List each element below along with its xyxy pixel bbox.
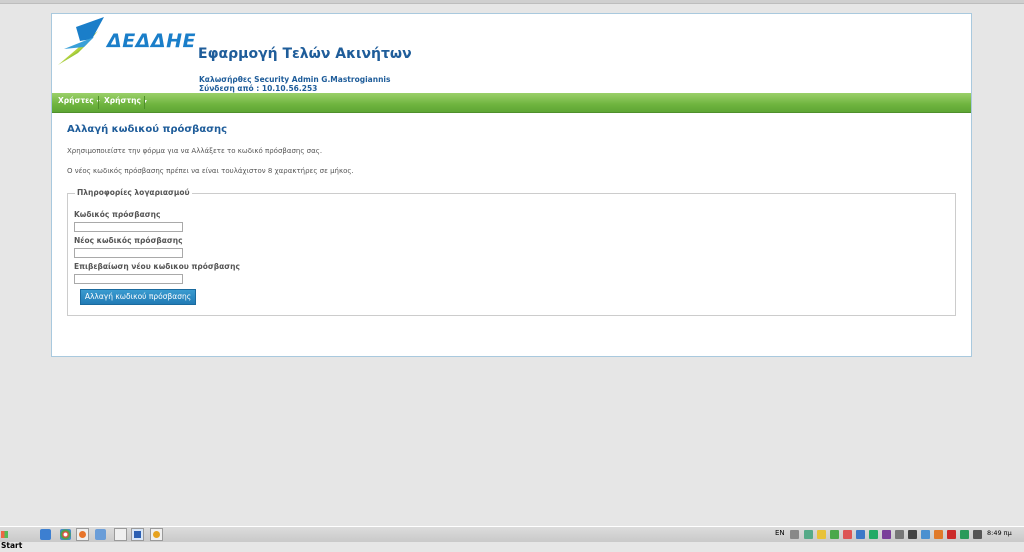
tray-onenote-icon[interactable] — [882, 530, 891, 539]
app-title: Εφαρμογή Τελών Ακινήτων — [198, 46, 412, 62]
menu-item-label: Χρήστες — [58, 96, 94, 105]
start-label: Start — [1, 541, 23, 550]
firefox-icon — [79, 531, 86, 538]
tray-star-icon[interactable] — [817, 530, 826, 539]
tray-volume-icon[interactable] — [908, 530, 917, 539]
word-taskbar-button[interactable] — [131, 528, 144, 541]
new-password-input[interactable] — [74, 248, 183, 258]
chrome-icon[interactable] — [60, 529, 71, 540]
tray-power-icon[interactable] — [973, 530, 982, 539]
tray-network-icon[interactable] — [804, 530, 813, 539]
current-password-label: Κωδικός πρόσβασης — [74, 210, 161, 219]
current-password-input[interactable] — [74, 222, 183, 232]
tray-display-icon[interactable] — [895, 530, 904, 539]
browser-top-edge — [0, 0, 1024, 4]
form-instructions: Χρησιμοποιείστε την φόρμα για να Αλλάξετ… — [67, 147, 323, 155]
tray-alert-icon[interactable] — [843, 530, 852, 539]
menu-item-users[interactable]: Χρήστες▾ — [58, 96, 100, 105]
app-icon — [153, 531, 160, 538]
connection-info: Σύνδεση από : 10.10.56.253 — [199, 84, 318, 93]
logo-text: ΔΕΔΔΗΕ — [107, 30, 196, 52]
menu-item-user[interactable]: Χρήστης ▾ — [104, 96, 147, 105]
taskbar-clock[interactable]: 8:49 πμ — [987, 529, 1012, 537]
taskbar-window-button-2[interactable] — [150, 528, 163, 541]
explorer-icon[interactable] — [95, 529, 106, 540]
account-info-fieldset: Πληροφορίες λογαριασμού Κωδικός πρόσβαση… — [67, 188, 956, 316]
firefox-taskbar-button[interactable] — [76, 528, 89, 541]
confirm-password-label: Επιβεβαίωση νέου κωδικου πρόσβασης — [74, 262, 240, 271]
fieldset-legend: Πληροφορίες λογαριασμού — [75, 188, 192, 197]
tray-app2-icon[interactable] — [934, 530, 943, 539]
password-requirement: Ο νέος κωδικός πρόσβασης πρέπει να είναι… — [67, 167, 354, 175]
menu-item-label: Χρήστης — [104, 96, 141, 105]
page-title: Αλλαγή κωδικού πρόσβασης — [67, 124, 228, 135]
taskbar-window-button[interactable] — [114, 528, 127, 541]
windows-logo-icon — [1, 530, 8, 538]
start-button[interactable]: Start — [1, 528, 30, 550]
change-password-button[interactable]: Αλλαγή κωδικού πρόσβασης — [80, 289, 196, 305]
word-icon — [134, 531, 141, 538]
tray-update-icon[interactable] — [921, 530, 930, 539]
tray-app-icon[interactable] — [856, 530, 865, 539]
show-desktop-icon[interactable] — [40, 529, 51, 540]
menu-separator — [144, 96, 145, 109]
page-container: ΔΕΔΔΗΕ Εφαρμογή Τελών Ακινήτων Καλωσήρθε… — [51, 13, 972, 357]
tray-security-icon[interactable] — [830, 530, 839, 539]
taskbar: Start EN 8:49 πμ — [0, 526, 1024, 550]
new-password-label: Νέος κωδικός πρόσβασης — [74, 236, 183, 245]
company-logo: ΔΕΔΔΗΕ — [58, 17, 195, 67]
menu-separator — [98, 96, 99, 109]
menu-bar: Χρήστες▾ Χρήστης▾ — [52, 93, 971, 113]
tray-app3-icon[interactable] — [947, 530, 956, 539]
tray-app4-icon[interactable] — [960, 530, 969, 539]
language-indicator[interactable]: EN — [775, 529, 785, 537]
tray-keyboard-icon[interactable] — [790, 530, 799, 539]
welcome-text: Καλωσήρθες Security Admin G.Mastrogianni… — [199, 75, 391, 84]
confirm-password-input[interactable] — [74, 274, 183, 284]
tray-sync-icon[interactable] — [869, 530, 878, 539]
